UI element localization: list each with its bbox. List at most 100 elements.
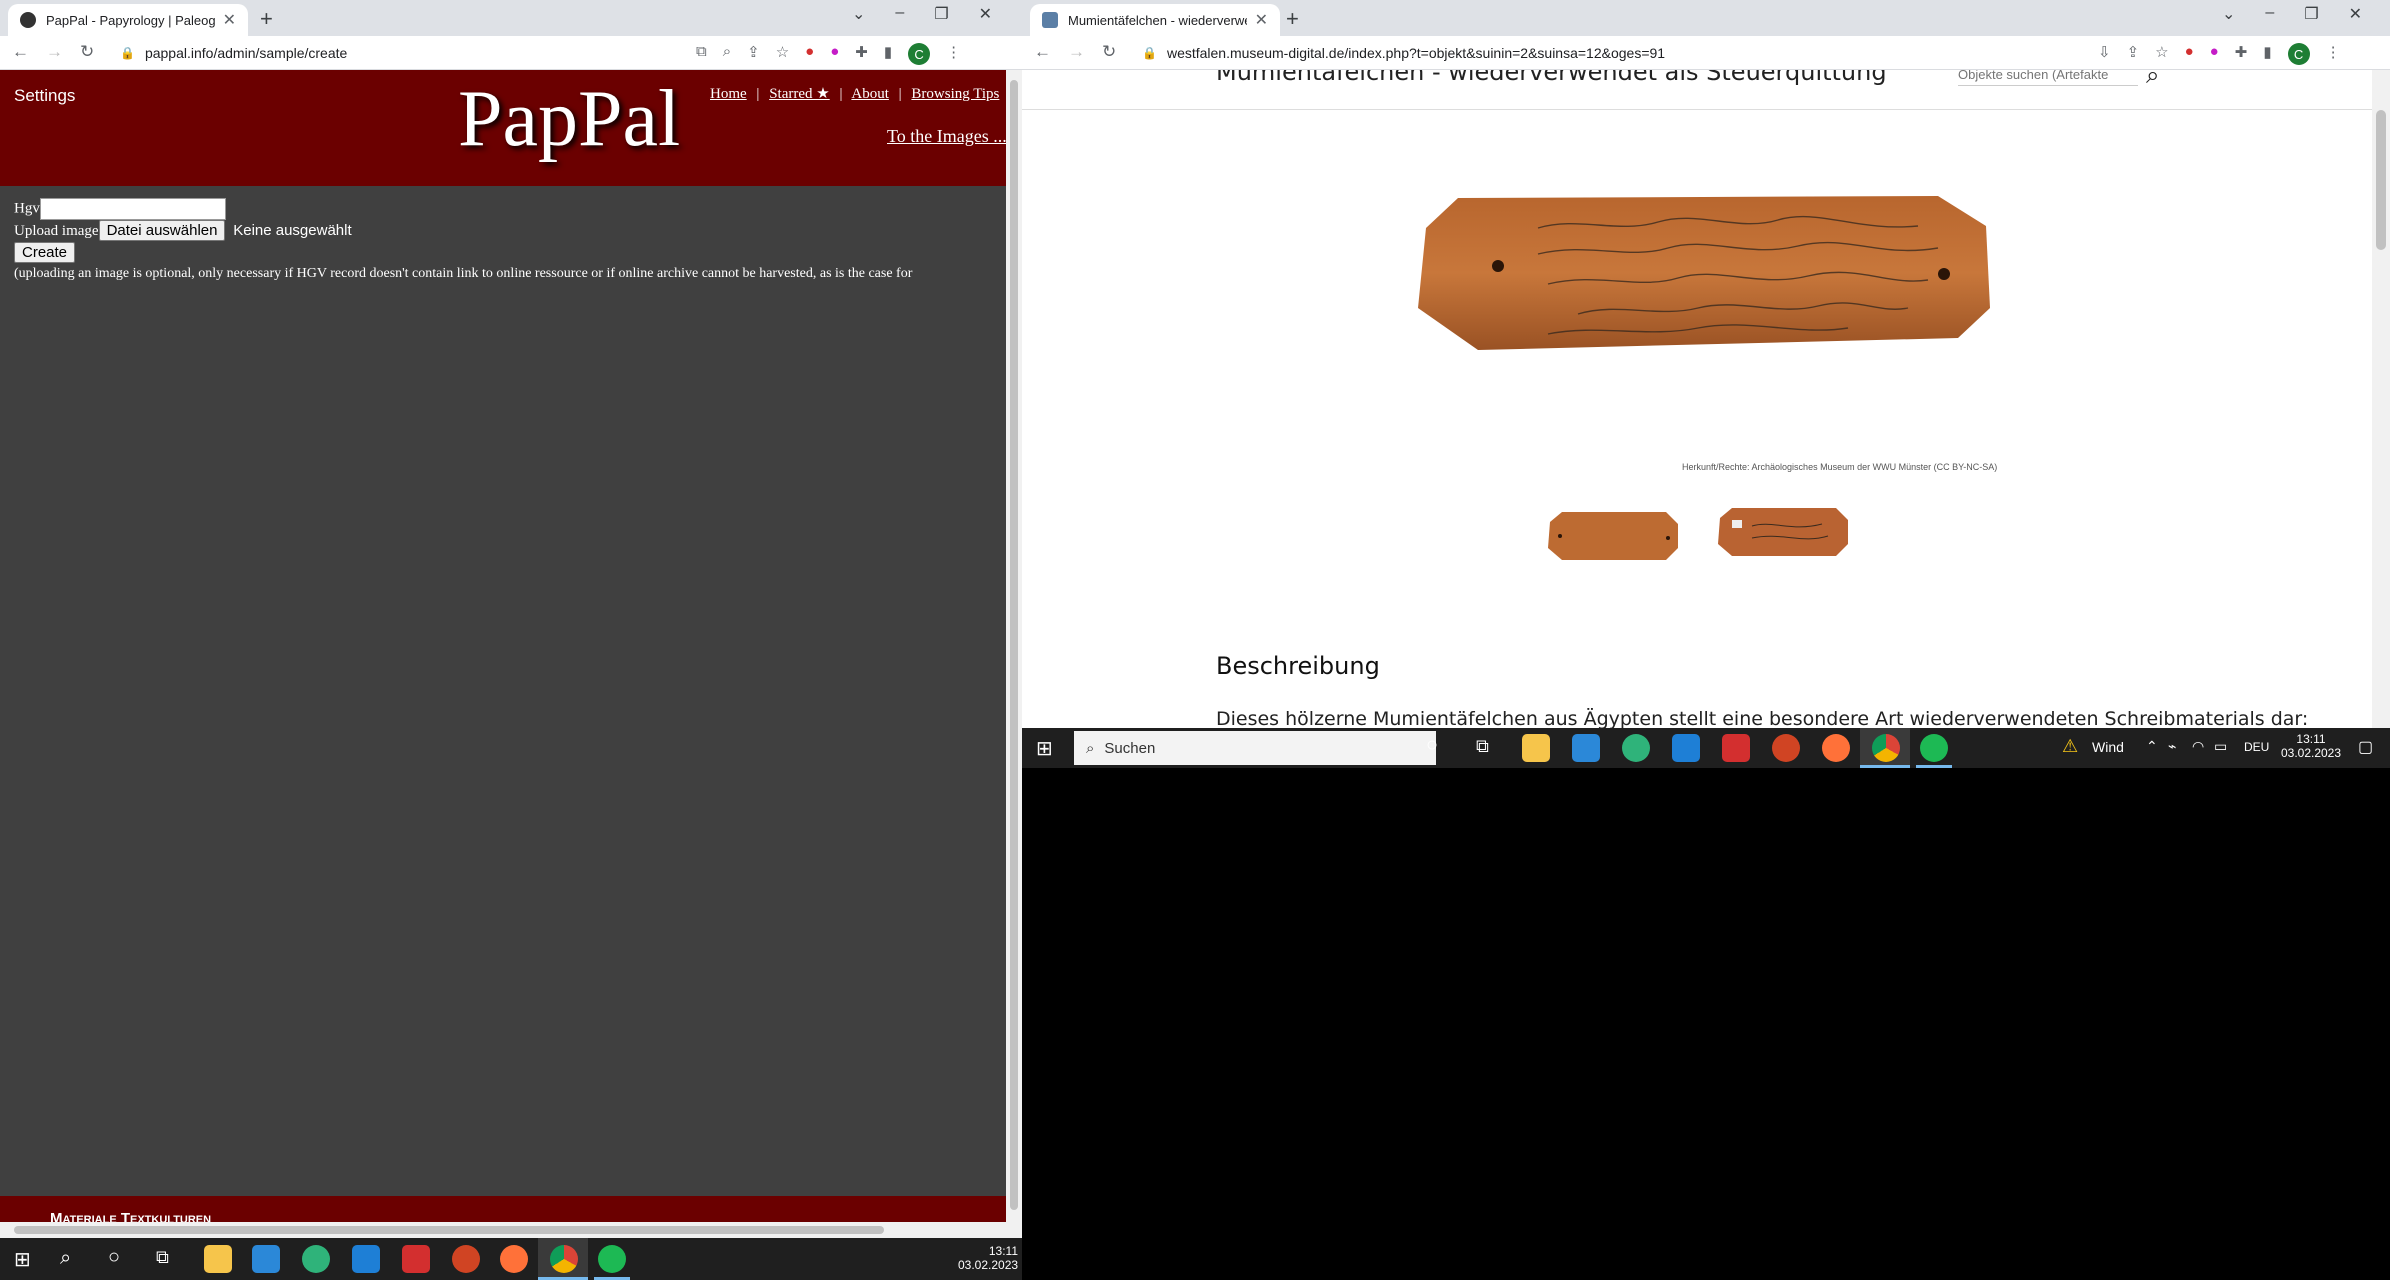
share-icon[interactable]: ⇪: [2127, 43, 2140, 65]
weather-warning-icon[interactable]: ⚠: [2062, 736, 2078, 757]
choose-file-button[interactable]: Datei auswählen: [98, 220, 226, 241]
extension-red-icon[interactable]: ●: [805, 43, 814, 65]
forward-icon[interactable]: →: [46, 42, 63, 62]
file-explorer-icon[interactable]: [204, 1245, 232, 1273]
share-icon[interactable]: ⇪: [747, 43, 760, 65]
reload-icon[interactable]: ↻: [80, 42, 94, 62]
tab-pappal[interactable]: PapPal - Papyrology | Paleograph ✕: [8, 4, 248, 36]
restore-icon[interactable]: ❐: [934, 4, 948, 24]
nav-about[interactable]: About: [851, 86, 889, 102]
close-tab-icon[interactable]: ✕: [1255, 10, 1268, 30]
clock-main[interactable]: 13:11 03.02.2023: [958, 1244, 1018, 1272]
back-icon[interactable]: ←: [12, 42, 29, 62]
search-icon[interactable]: ⌕: [60, 1247, 71, 1270]
tab-search-icon[interactable]: ⌄: [2222, 4, 2235, 24]
extension-purple-icon[interactable]: ●: [830, 43, 839, 65]
edge-icon[interactable]: [302, 1245, 330, 1273]
close-window-icon[interactable]: ✕: [2349, 4, 2362, 24]
minimize-icon[interactable]: –: [2265, 4, 2274, 24]
mail-icon[interactable]: [352, 1245, 380, 1273]
network-icon[interactable]: ⌁: [2168, 738, 2176, 755]
acrobat-icon[interactable]: [1722, 734, 1750, 762]
search-icon[interactable]: ⌕: [2146, 70, 2159, 90]
vertical-scroll-thumb[interactable]: [1010, 80, 1018, 1210]
profile-avatar[interactable]: C: [2287, 43, 2310, 65]
sidepanel-icon[interactable]: ▮: [2263, 43, 2271, 65]
extensions-icon[interactable]: ✚: [2235, 43, 2248, 65]
chrome-icon[interactable]: [1872, 734, 1900, 762]
acrobat-icon[interactable]: [402, 1245, 430, 1273]
reload-icon[interactable]: ↻: [1102, 42, 1116, 62]
close-window-icon[interactable]: ✕: [979, 4, 992, 24]
start-icon[interactable]: ⊞: [14, 1247, 31, 1272]
nav-separator: |: [756, 86, 760, 102]
edge-icon[interactable]: [1622, 734, 1650, 762]
thumbnail-back[interactable]: [1712, 504, 1852, 560]
forward-icon[interactable]: →: [1068, 42, 1085, 62]
back-icon[interactable]: ←: [1034, 42, 1051, 62]
weather-text[interactable]: Wind: [2092, 739, 2124, 755]
sidepanel-icon[interactable]: ▮: [884, 43, 892, 65]
vertical-scrollbar[interactable]: [2372, 70, 2390, 728]
store-icon[interactable]: [1572, 734, 1600, 762]
mail-icon[interactable]: [1672, 734, 1700, 762]
tab-search-icon[interactable]: ⌄: [852, 4, 865, 24]
clock-secondary[interactable]: 13:11 03.02.2023: [2276, 732, 2346, 760]
menu-icon[interactable]: ⋮: [2326, 43, 2341, 65]
firefox-icon[interactable]: [500, 1245, 528, 1273]
menu-icon[interactable]: ⋮: [946, 43, 961, 65]
task-view-icon[interactable]: ⧉: [1476, 736, 1489, 757]
horizontal-scroll-thumb[interactable]: [14, 1226, 884, 1234]
new-tab-button[interactable]: +: [260, 6, 273, 32]
spotify-icon[interactable]: [598, 1245, 626, 1273]
task-view-icon[interactable]: ⧉: [156, 1247, 169, 1268]
notification-icon[interactable]: ▢: [2358, 737, 2373, 757]
firefox-icon[interactable]: [1822, 734, 1850, 762]
object-search-input[interactable]: [1958, 70, 2138, 86]
mummy-label-image[interactable]: [1398, 188, 1998, 358]
bookmark-star-icon[interactable]: ☆: [2155, 43, 2168, 65]
bookmark-star-icon[interactable]: ☆: [776, 43, 789, 65]
new-tab-button[interactable]: +: [1286, 6, 1299, 32]
pappal-logo[interactable]: PapPal: [458, 74, 680, 165]
vertical-scroll-thumb[interactable]: [2376, 110, 2386, 250]
translate-icon[interactable]: ⧉: [696, 43, 707, 65]
minimize-icon[interactable]: –: [895, 4, 904, 24]
settings-link[interactable]: Settings: [14, 86, 75, 106]
file-explorer-icon[interactable]: [1522, 734, 1550, 762]
start-icon[interactable]: ⊞: [1036, 736, 1053, 761]
cortana-icon[interactable]: ○: [1426, 734, 1438, 757]
thumbnail-front[interactable]: [1542, 508, 1682, 564]
tab-museum-digital[interactable]: Mumientäfelchen - wiederverwe ✕: [1030, 4, 1280, 36]
to-images-link[interactable]: To the Images ...: [887, 126, 1007, 147]
address-bar[interactable]: 🔒 westfalen.museum-digital.de/index.php?…: [1142, 41, 1665, 65]
spotify-icon[interactable]: [1920, 734, 1948, 762]
nav-browsing-tips[interactable]: Browsing Tips: [911, 86, 999, 102]
extension-red-icon[interactable]: ●: [2185, 43, 2194, 65]
vertical-scrollbar[interactable]: [1006, 70, 1022, 1238]
profile-avatar[interactable]: C: [908, 43, 931, 65]
horizontal-scrollbar[interactable]: [0, 1222, 1006, 1238]
nav-starred[interactable]: Starred ★: [769, 86, 830, 102]
battery-icon[interactable]: ▭: [2214, 738, 2227, 755]
language-indicator[interactable]: DEU: [2244, 740, 2269, 754]
hgv-input[interactable]: [39, 198, 226, 220]
install-icon[interactable]: ⇩: [2098, 43, 2111, 65]
address-bar[interactable]: 🔒 pappal.info/admin/sample/create: [120, 41, 347, 65]
create-button[interactable]: Create: [14, 242, 76, 263]
powerpoint-icon[interactable]: [1772, 734, 1800, 762]
cortana-icon[interactable]: ○: [108, 1246, 120, 1269]
extension-purple-icon[interactable]: ●: [2210, 43, 2219, 65]
chrome-icon[interactable]: [550, 1245, 578, 1273]
store-icon[interactable]: [252, 1245, 280, 1273]
powerpoint-icon[interactable]: [452, 1245, 480, 1273]
extensions-icon[interactable]: ✚: [855, 43, 868, 65]
tray-overflow-icon[interactable]: ⌃: [2146, 738, 2158, 755]
window-controls: ⌄ – ❐ ✕: [852, 4, 992, 24]
restore-icon[interactable]: ❐: [2304, 4, 2318, 24]
zoom-icon[interactable]: ⌕: [723, 43, 731, 65]
close-tab-icon[interactable]: ✕: [223, 10, 236, 30]
taskbar-search-box[interactable]: ⌕ Suchen: [1074, 731, 1436, 765]
wifi-icon[interactable]: ◠: [2192, 738, 2204, 755]
nav-home[interactable]: Home: [710, 86, 747, 102]
